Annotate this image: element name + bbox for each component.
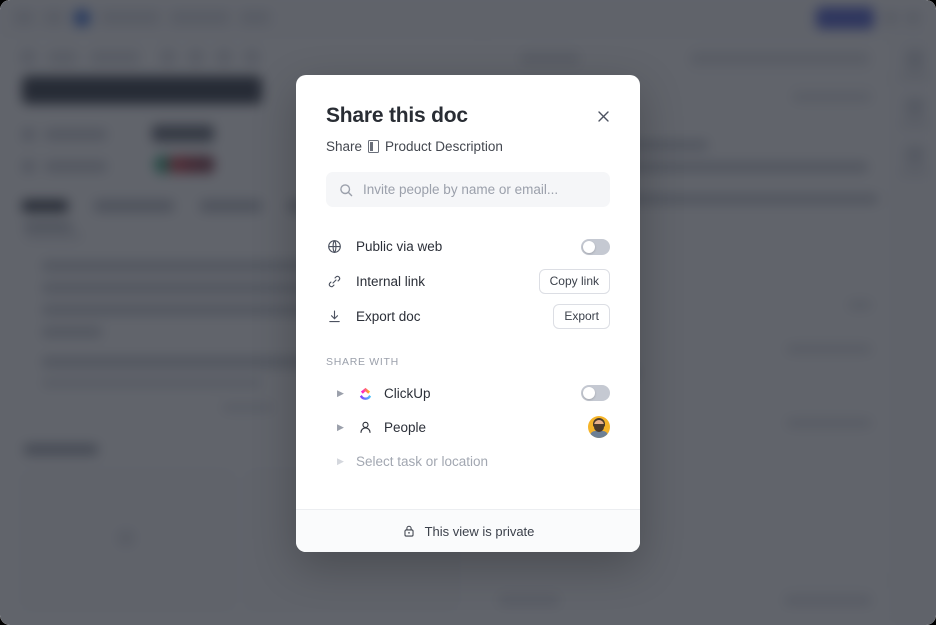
share-with-list: ▶ ClickUp ▶ People ▶ Select task or loca…: [326, 376, 610, 478]
caret-right-icon[interactable]: ▶: [335, 422, 346, 433]
share-options-list: Public via web Internal link Copy link E…: [326, 229, 610, 334]
clickup-share-toggle[interactable]: [581, 385, 610, 401]
link-icon: [326, 273, 343, 290]
caret-right-icon: ▶: [337, 455, 344, 466]
search-input[interactable]: [363, 182, 597, 197]
app-window: Share this doc Share Product Description: [0, 0, 936, 625]
doc-icon: [368, 140, 380, 153]
dialog-title: Share this doc: [326, 104, 468, 127]
share-doc-dialog: Share this doc Share Product Description: [296, 75, 640, 552]
share-row-select-task-or-location[interactable]: ▶ Select task or location: [326, 444, 610, 478]
breadcrumb-prefix: Share: [326, 139, 363, 154]
share-with-section-label: SHARE WITH: [326, 356, 399, 368]
option-label-public-via-web: Public via web: [356, 239, 443, 254]
share-row-clickup[interactable]: ▶ ClickUp: [326, 376, 610, 410]
globe-icon: [326, 238, 343, 255]
invite-search-box[interactable]: [326, 172, 610, 207]
privacy-status-text: This view is private: [424, 523, 535, 539]
share-label-clickup: ClickUp: [384, 385, 431, 401]
breadcrumb-doc-name: Product Description: [385, 139, 503, 154]
share-label-people: People: [384, 419, 427, 435]
dialog-footer[interactable]: This view is private: [296, 509, 640, 552]
option-label-internal-link: Internal link: [356, 274, 426, 289]
share-label-select-task-or-location: Select task or location: [356, 453, 489, 469]
share-row-people[interactable]: ▶ People: [326, 410, 610, 444]
avatar[interactable]: [588, 416, 610, 438]
person-icon: [356, 418, 374, 436]
search-icon: [339, 183, 353, 197]
option-row-export-doc[interactable]: Export doc Export: [326, 299, 610, 334]
public-via-web-toggle[interactable]: [581, 238, 610, 255]
lock-icon: [402, 524, 416, 538]
dialog-body: Share this doc Share Product Description: [296, 75, 640, 509]
download-icon: [326, 308, 343, 325]
clickup-logo-icon: [356, 384, 374, 402]
export-button[interactable]: Export: [553, 303, 610, 330]
option-row-public-via-web[interactable]: Public via web: [326, 229, 610, 264]
option-label-export-doc: Export doc: [356, 309, 421, 324]
copy-link-button[interactable]: Copy link: [538, 268, 610, 295]
close-icon[interactable]: [592, 105, 614, 127]
option-row-internal-link[interactable]: Internal link Copy link: [326, 264, 610, 299]
breadcrumb: Share Product Description: [326, 139, 610, 154]
dialog-header: Share this doc: [326, 103, 610, 129]
caret-right-icon[interactable]: ▶: [335, 388, 346, 399]
